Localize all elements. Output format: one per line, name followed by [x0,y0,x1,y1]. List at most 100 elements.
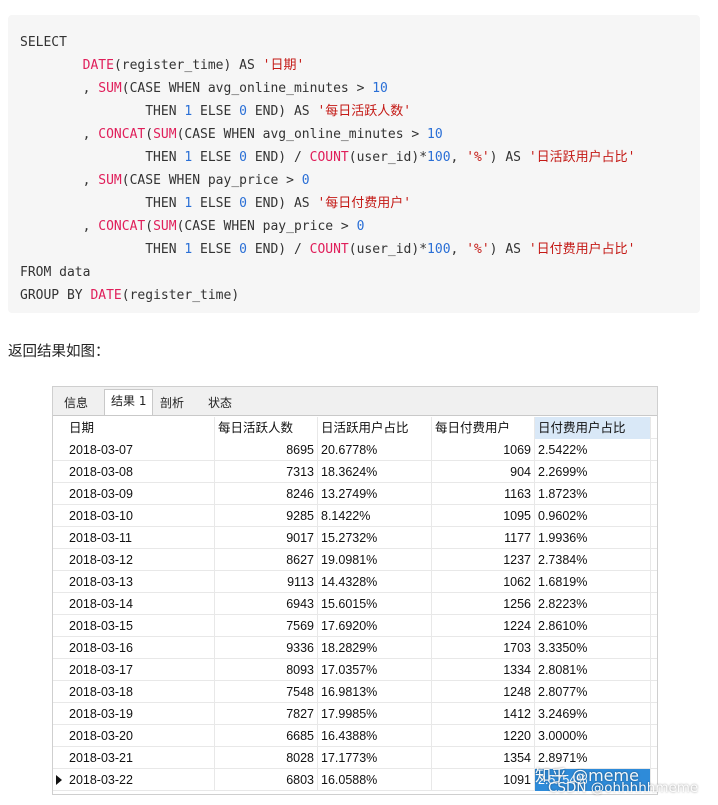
table-row[interactable]: 2018-03-14 6943 15.6015% 1256 2.8223% [53,593,657,615]
cell-paying-ratio[interactable]: 1.8723% [535,483,651,505]
cell-active-ratio[interactable]: 15.2732% [318,527,432,549]
cell-daily-paying[interactable]: 1062 [432,571,535,593]
cell-paying-ratio[interactable]: 0.9602% [535,505,651,527]
row-marker[interactable] [53,725,66,747]
cell-paying-ratio[interactable]: 2.8223% [535,593,651,615]
row-marker[interactable] [53,703,66,725]
row-marker[interactable] [53,769,66,791]
cell-daily-active[interactable]: 8093 [215,659,318,681]
table-row[interactable]: 2018-03-13 9113 14.4328% 1062 1.6819% [53,571,657,593]
table-row[interactable]: 2018-03-16 9336 18.2829% 1703 3.3350% [53,637,657,659]
cell-daily-paying[interactable]: 1334 [432,659,535,681]
cell-date[interactable]: 2018-03-15 [66,615,215,637]
cell-paying-ratio[interactable]: 2.7384% [535,549,651,571]
cell-active-ratio[interactable]: 14.4328% [318,571,432,593]
cell-active-ratio[interactable]: 20.6778% [318,439,432,461]
cell-daily-active[interactable]: 8627 [215,549,318,571]
cell-daily-active[interactable]: 8695 [215,439,318,461]
cell-daily-active[interactable]: 6685 [215,725,318,747]
column-header-paying-ratio[interactable]: 日付费用户占比 [535,417,651,439]
cell-active-ratio[interactable]: 16.4388% [318,725,432,747]
cell-daily-paying[interactable]: 1703 [432,637,535,659]
cell-active-ratio[interactable]: 17.6920% [318,615,432,637]
table-row[interactable]: 2018-03-15 7569 17.6920% 1224 2.8610% [53,615,657,637]
cell-daily-active[interactable]: 6943 [215,593,318,615]
tab-profile[interactable]: 剖析 [153,391,191,413]
tab-status[interactable]: 状态 [201,391,239,413]
column-header-date[interactable]: 日期 [66,417,215,439]
table-row[interactable]: 2018-03-11 9017 15.2732% 1177 1.9936% [53,527,657,549]
cell-active-ratio[interactable]: 18.3624% [318,461,432,483]
cell-daily-active[interactable]: 8028 [215,747,318,769]
table-row[interactable]: 2018-03-08 7313 18.3624% 904 2.2699% [53,461,657,483]
cell-active-ratio[interactable]: 13.2749% [318,483,432,505]
cell-daily-active[interactable]: 9285 [215,505,318,527]
cell-daily-active[interactable]: 8246 [215,483,318,505]
cell-daily-paying[interactable]: 1248 [432,681,535,703]
row-marker[interactable] [53,483,66,505]
result-grid[interactable]: 日期 每日活跃人数 日活跃用户占比 每日付费用户 日付费用户占比 2018-03… [53,415,657,794]
cell-date[interactable]: 2018-03-21 [66,747,215,769]
row-marker[interactable] [53,461,66,483]
table-row[interactable]: 2018-03-12 8627 19.0981% 1237 2.7384% [53,549,657,571]
cell-date[interactable]: 2018-03-11 [66,527,215,549]
cell-paying-ratio[interactable]: 2.8081% [535,659,651,681]
cell-daily-paying[interactable]: 1091 [432,769,535,791]
cell-daily-paying[interactable]: 1163 [432,483,535,505]
tab-info[interactable]: 信息 [57,391,95,413]
table-row[interactable]: 2018-03-09 8246 13.2749% 1163 1.8723% [53,483,657,505]
cell-daily-paying[interactable]: 1256 [432,593,535,615]
row-marker[interactable] [53,527,66,549]
cell-date[interactable]: 2018-03-22 [66,769,215,791]
cell-daily-active[interactable]: 7548 [215,681,318,703]
row-marker[interactable] [53,681,66,703]
cell-paying-ratio[interactable]: 3.2469% [535,703,651,725]
table-row[interactable]: 2018-03-20 6685 16.4388% 1220 3.0000% [53,725,657,747]
cell-daily-paying[interactable]: 904 [432,461,535,483]
cell-paying-ratio[interactable]: 1.9936% [535,527,651,549]
cell-active-ratio[interactable]: 15.6015% [318,593,432,615]
cell-active-ratio[interactable]: 16.9813% [318,681,432,703]
cell-daily-active[interactable]: 9113 [215,571,318,593]
cell-daily-paying[interactable]: 1412 [432,703,535,725]
cell-date[interactable]: 2018-03-10 [66,505,215,527]
cell-date[interactable]: 2018-03-13 [66,571,215,593]
cell-daily-paying[interactable]: 1354 [432,747,535,769]
cell-paying-ratio[interactable]: 3.0000% [535,725,651,747]
cell-date[interactable]: 2018-03-18 [66,681,215,703]
cell-daily-active[interactable]: 9336 [215,637,318,659]
cell-active-ratio[interactable]: 17.9985% [318,703,432,725]
cell-daily-paying[interactable]: 1095 [432,505,535,527]
cell-date[interactable]: 2018-03-12 [66,549,215,571]
table-row[interactable]: 2018-03-17 8093 17.0357% 1334 2.8081% [53,659,657,681]
cell-daily-active[interactable]: 9017 [215,527,318,549]
cell-daily-paying[interactable]: 1177 [432,527,535,549]
cell-active-ratio[interactable]: 17.0357% [318,659,432,681]
row-marker[interactable] [53,549,66,571]
cell-active-ratio[interactable]: 19.0981% [318,549,432,571]
cell-daily-paying[interactable]: 1220 [432,725,535,747]
cell-active-ratio[interactable]: 16.0588% [318,769,432,791]
row-marker[interactable] [53,439,66,461]
cell-date[interactable]: 2018-03-20 [66,725,215,747]
cell-paying-ratio[interactable]: 2.8077% [535,681,651,703]
cell-daily-active[interactable]: 7313 [215,461,318,483]
table-row[interactable]: 2018-03-19 7827 17.9985% 1412 3.2469% [53,703,657,725]
cell-paying-ratio[interactable]: 3.3350% [535,637,651,659]
table-row[interactable]: 2018-03-18 7548 16.9813% 1248 2.8077% [53,681,657,703]
cell-daily-active[interactable]: 7827 [215,703,318,725]
cell-daily-paying[interactable]: 1224 [432,615,535,637]
row-marker[interactable] [53,571,66,593]
cell-paying-ratio[interactable]: 2.2699% [535,461,651,483]
cell-date[interactable]: 2018-03-08 [66,461,215,483]
column-header-daily-active[interactable]: 每日活跃人数 [215,417,318,439]
column-header-active-ratio[interactable]: 日活跃用户占比 [318,417,432,439]
cell-active-ratio[interactable]: 8.1422% [318,505,432,527]
cell-paying-ratio[interactable]: 2.5422% [535,439,651,461]
table-row[interactable]: 2018-03-07 8695 20.6778% 1069 2.5422% [53,439,657,461]
row-marker[interactable] [53,637,66,659]
cell-daily-active[interactable]: 6803 [215,769,318,791]
cell-active-ratio[interactable]: 17.1773% [318,747,432,769]
cell-date[interactable]: 2018-03-07 [66,439,215,461]
cell-date[interactable]: 2018-03-16 [66,637,215,659]
